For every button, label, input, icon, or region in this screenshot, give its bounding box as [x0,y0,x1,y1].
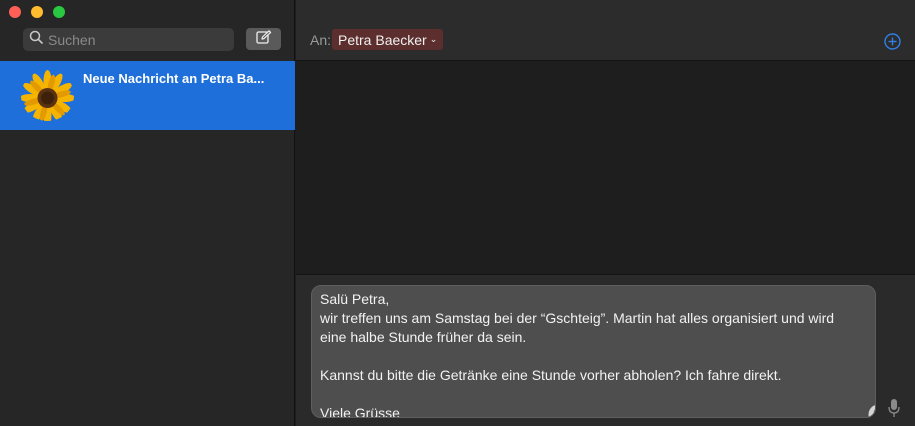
close-window-button[interactable] [9,6,21,18]
window-controls [9,6,65,18]
conversation-title: Neue Nachricht an Petra Ba... [83,71,265,86]
plus-circle-icon[interactable] [884,33,901,50]
new-message-button[interactable] [246,28,281,50]
minimize-window-button[interactable] [31,6,43,18]
recipient-token[interactable]: Petra Baecker ⌄ [332,29,444,50]
emoji-icon[interactable] [868,404,875,417]
chevron-down-icon: ⌄ [429,34,438,44]
conversation-pane: An: Petra Baecker ⌄ Salü Petra, wir tref… [296,0,915,426]
message-input[interactable]: Salü Petra, wir treffen uns am Samstag b… [311,285,876,418]
compose-area: Salü Petra, wir treffen uns am Samstag b… [296,274,915,426]
compose-icon [255,29,272,49]
recipient-bar: An: Petra Baecker ⌄ [296,0,915,61]
zoom-window-button[interactable] [53,6,65,18]
recipient-name: Petra Baecker [338,31,427,48]
sidebar: Neue Nachricht an Petra Ba... [0,0,295,426]
message-transcript [296,62,915,274]
message-text[interactable]: Salü Petra, wir treffen uns am Samstag b… [320,290,850,417]
magnifier-icon [29,30,43,49]
search-input[interactable] [48,31,228,48]
conversation-item[interactable]: Neue Nachricht an Petra Ba... [0,61,295,130]
to-label: An: [310,32,332,48]
sunflower-avatar [21,70,74,121]
search-field[interactable] [23,28,234,51]
microphone-icon[interactable] [888,398,900,418]
